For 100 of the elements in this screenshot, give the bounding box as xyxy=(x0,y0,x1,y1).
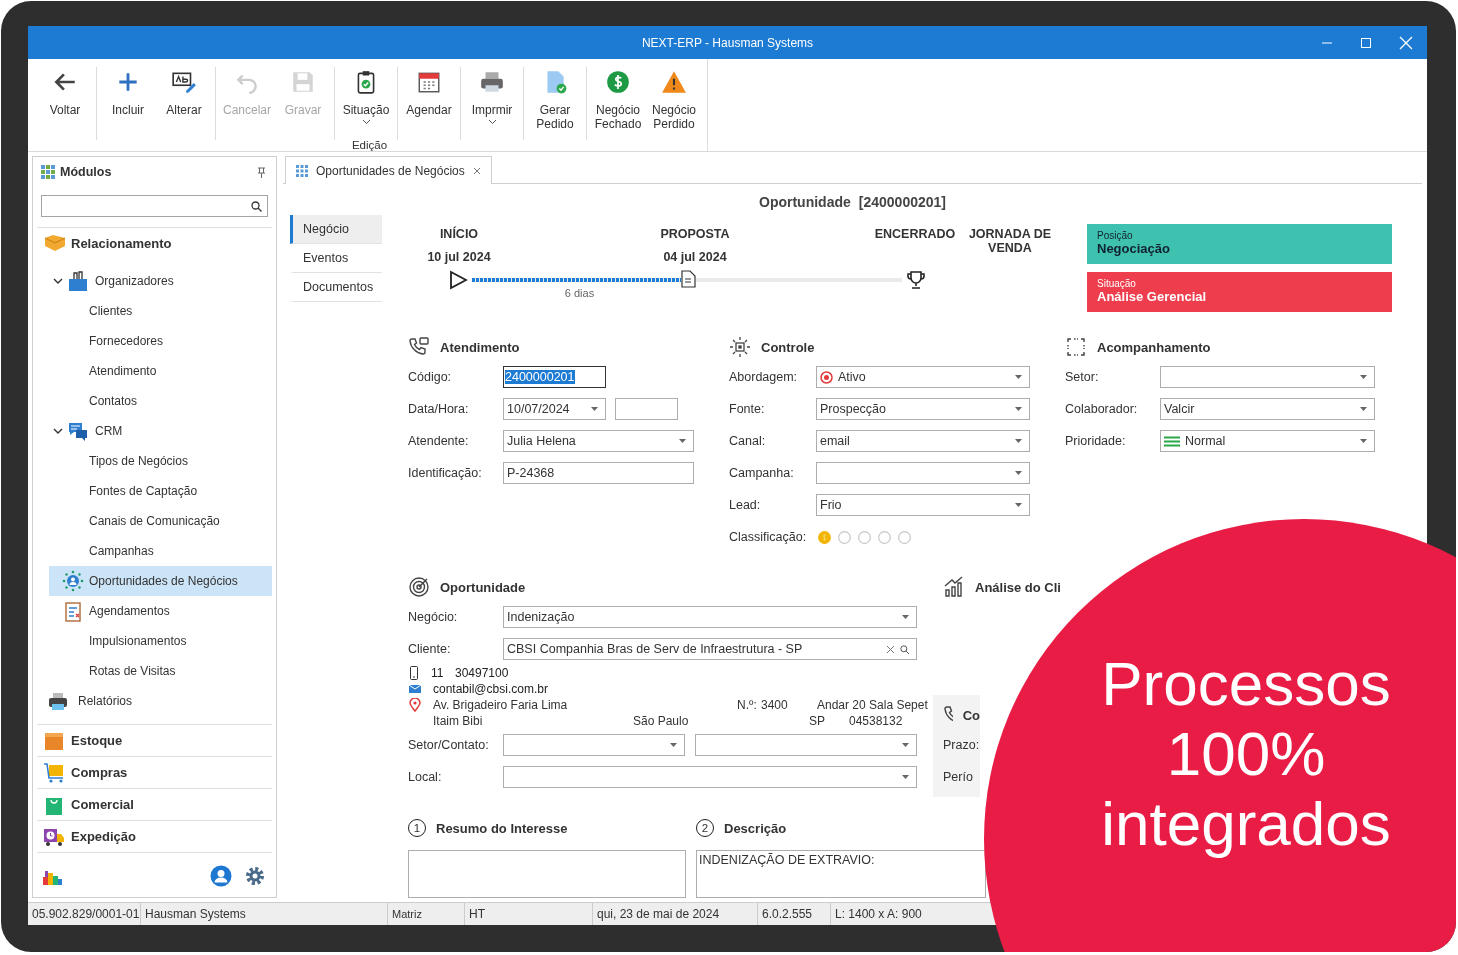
rating[interactable] xyxy=(818,530,911,544)
caret-icon xyxy=(1015,439,1022,443)
dropdown-field[interactable] xyxy=(503,766,917,788)
close-icon[interactable] xyxy=(472,166,481,175)
section-title: Análise do Cli xyxy=(975,579,1061,595)
complement-text: Andar 20 Sala Sepet xyxy=(817,698,928,712)
tree-item[interactable]: Clientes xyxy=(37,296,272,326)
maximize-icon[interactable] xyxy=(1360,36,1372,49)
search-icon[interactable] xyxy=(900,644,909,654)
module-item[interactable]: Compras xyxy=(37,757,272,789)
tree-item[interactable]: Atendimento xyxy=(37,356,272,386)
text-field[interactable]: 2400000201 xyxy=(503,366,606,388)
toolbar-button[interactable]: Incluir xyxy=(100,67,156,140)
tree-item[interactable]: Campanhas xyxy=(37,536,272,566)
email-text: contabil@cbsi.com.br xyxy=(433,682,548,696)
date-field[interactable]: 10/07/2024 xyxy=(503,398,606,420)
dropdown-field[interactable]: Indenização xyxy=(503,606,917,628)
side-tab[interactable]: Negócio xyxy=(290,215,382,244)
zip-text: 04538132 xyxy=(849,714,903,728)
caret-icon xyxy=(1015,407,1022,411)
tree-item[interactable]: Relatórios xyxy=(37,686,272,716)
module-item[interactable]: Comercial xyxy=(37,789,272,821)
printer-icon xyxy=(47,690,69,712)
grid-icon xyxy=(41,165,55,179)
toolbar-button[interactable]: Negócio Perdido xyxy=(646,67,702,140)
toolbar-button[interactable]: Gerar Pedido xyxy=(527,67,583,140)
dropdown-field[interactable] xyxy=(1160,366,1375,388)
dropdown-field[interactable] xyxy=(816,462,1030,484)
user-avatar-icon[interactable] xyxy=(210,865,232,887)
tree-item[interactable]: Agendamentos xyxy=(37,596,272,626)
text-area[interactable] xyxy=(408,850,686,898)
selection-icon xyxy=(1065,336,1087,358)
toolbar-button[interactable]: Situação xyxy=(338,67,394,140)
section-title: Oportunidade xyxy=(440,579,526,595)
grid-icon xyxy=(296,164,308,177)
tree-item[interactable]: Fornecedores xyxy=(37,326,272,356)
city-text: São Paulo xyxy=(633,714,690,728)
dropdown-field[interactable]: Normal xyxy=(1160,430,1375,452)
stage-date: 04 jul 2024 xyxy=(663,250,727,264)
tree-item[interactable]: Canais de Comunicação xyxy=(37,506,272,536)
dropdown-field[interactable]: Valcir xyxy=(1160,398,1375,420)
dropdown-field[interactable]: email xyxy=(816,430,1030,452)
dropdown-field[interactable]: Frio xyxy=(816,494,1030,516)
field-label: Negócio: xyxy=(408,610,459,624)
tree-item[interactable]: Rotas de Visitas xyxy=(37,656,272,686)
field-label: Classificação: xyxy=(729,530,808,544)
card-caption: Posição xyxy=(1097,230,1134,241)
toolbar-button[interactable]: Voltar xyxy=(37,67,93,140)
tree-item[interactable]: CRM xyxy=(37,416,272,446)
section-title: Controle xyxy=(761,339,815,355)
tree-item[interactable]: Contatos xyxy=(37,386,272,416)
toolbar-button[interactable]: Alterar xyxy=(156,67,212,140)
stage-label: PROPOSTA xyxy=(660,227,730,241)
dropdown-field[interactable]: Prospecção xyxy=(816,398,1030,420)
lookup-field[interactable]: CBSI Companhia Bras de Serv de Infraestrutura - SP xyxy=(503,638,917,660)
coin-icon xyxy=(878,530,891,544)
toolbar-button[interactable]: Agendar xyxy=(401,67,457,140)
field-label: Atendente: xyxy=(408,434,470,448)
side-tab[interactable]: Eventos xyxy=(290,244,382,273)
caret-icon xyxy=(1015,375,1022,379)
module-item[interactable]: Estoque xyxy=(37,725,272,757)
clear-icon[interactable] xyxy=(886,644,895,654)
toolbar-button[interactable]: Negócio Fechado xyxy=(590,67,646,140)
dropdown-field[interactable]: Ativo xyxy=(816,366,1030,388)
pin-icon[interactable] xyxy=(257,166,266,178)
section-title: Resumo do Interesse xyxy=(436,820,568,836)
field-label: Identificação: xyxy=(408,466,483,480)
side-tab[interactable]: Documentos xyxy=(290,273,382,302)
status-cell: Matriz xyxy=(388,903,465,925)
text-area[interactable]: INDENIZAÇÃO DE EXTRAVIO: xyxy=(696,850,986,898)
tree-item[interactable]: Tipos de Negócios xyxy=(37,446,272,476)
group-label: Edição xyxy=(351,139,388,151)
promo-headline: Processos 100% integrados xyxy=(1100,649,1392,859)
time-field[interactable] xyxy=(615,398,678,420)
module-item[interactable]: Expedição xyxy=(37,821,272,853)
settings-icon[interactable] xyxy=(244,865,266,887)
coin-icon xyxy=(898,530,911,544)
mail-icon xyxy=(409,684,421,694)
field-label: Canal: xyxy=(729,434,767,448)
tree-item[interactable]: Fontes de Captação xyxy=(37,476,272,506)
text-field[interactable]: P-24368 xyxy=(503,462,694,484)
dropdown-field[interactable] xyxy=(503,734,685,756)
handshake-icon xyxy=(44,232,66,254)
tree-item[interactable]: Impulsionamentos xyxy=(37,626,272,656)
duration-label: 6 dias xyxy=(564,287,595,299)
stage-date: 10 jul 2024 xyxy=(427,250,491,264)
toolbar-button[interactable]: Imprmir xyxy=(464,67,520,140)
coin-icon xyxy=(838,530,851,544)
tree-item[interactable]: Organizadores xyxy=(37,266,272,296)
document-tab[interactable]: Oportunidades de Negócios xyxy=(285,156,492,184)
tree-item[interactable]: Relacionamento xyxy=(37,228,272,258)
dollar-icon xyxy=(605,69,631,95)
dropdown-field[interactable] xyxy=(695,734,917,756)
coin-icon xyxy=(818,530,831,544)
journey-label: JORNADA DE VENDA xyxy=(967,227,1053,257)
search-field[interactable] xyxy=(41,195,268,217)
dropdown-field[interactable]: Julia Helena xyxy=(503,430,694,452)
field-label: Abordagem: xyxy=(729,370,799,384)
tree-item[interactable]: Oportunidades de Negócios xyxy=(49,566,272,596)
caret-icon xyxy=(902,775,909,779)
